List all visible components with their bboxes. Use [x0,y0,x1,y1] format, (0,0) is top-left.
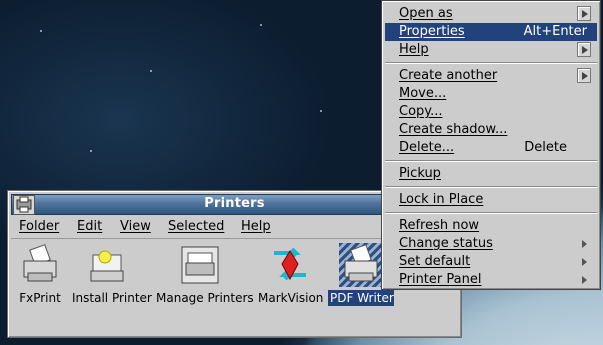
printer-icon [18,243,62,287]
submenu-arrow-icon [582,258,587,266]
icon-manage-printers[interactable]: Manage Printers [154,243,254,306]
menu-item-label: Copy... [399,104,443,119]
menu-help[interactable]: Help [241,219,271,234]
menu-separator [385,212,597,214]
icon-install-printer[interactable]: Install Printer [70,243,152,306]
menu-separator [385,62,597,64]
install-printer-icon [85,243,129,287]
context-menu: Open as Properties Alt+Enter Help Create… [381,0,601,290]
menu-separator [385,160,597,162]
menu-item-printer-panel[interactable]: Printer Panel [385,271,597,289]
icon-label: PDF Writer [328,290,394,306]
manage-printers-icon [178,243,222,287]
menu-folder[interactable]: Folder [19,219,59,234]
star [40,30,42,32]
icon-label: Manage Printers [156,291,254,305]
menu-item-label: Change status [399,236,493,251]
icon-fxprint[interactable]: FxPrint [14,243,66,306]
star [320,110,322,112]
menu-item-create-shadow[interactable]: Create shadow... [385,121,597,139]
menu-item-label: Set default [399,254,471,269]
star [90,150,92,152]
star [260,24,262,26]
menu-item-copy[interactable]: Copy... [385,103,597,121]
menu-item-lock-in-place[interactable]: Lock in Place [385,191,597,209]
menu-item-label: Pickup [399,166,441,181]
submenu-arrow-icon [582,240,587,248]
icon-label: MarkVision [258,291,324,305]
menu-item-label: Move... [399,86,447,101]
pdf-writer-printer-icon [339,243,383,287]
menu-item-label: Printer Panel [399,272,482,287]
menu-item-help[interactable]: Help [385,41,597,59]
submenu-arrow-icon [582,276,587,284]
menu-separator [385,186,597,188]
menu-item-label: Help [399,42,429,57]
menu-edit[interactable]: Edit [77,219,102,234]
star [150,70,152,72]
menu-item-refresh-now[interactable]: Refresh now [385,217,597,235]
menu-item-accelerator: Delete [524,140,567,155]
menu-item-label: Delete... [399,140,455,155]
menu-item-move[interactable]: Move... [385,85,597,103]
menu-item-open-as[interactable]: Open as [385,5,597,23]
menu-item-delete[interactable]: Delete... Delete [385,139,597,157]
submenu-arrow-button[interactable] [577,68,591,83]
menu-view[interactable]: View [120,219,151,234]
menu-item-label: Create shadow... [399,122,508,137]
menu-item-create-another[interactable]: Create another [385,67,597,85]
menu-item-set-default[interactable]: Set default [385,253,597,271]
menu-item-label: Refresh now [399,218,480,233]
menu-selected[interactable]: Selected [168,219,224,234]
menu-item-label: Open as [399,6,453,21]
menu-item-change-status[interactable]: Change status [385,235,597,253]
menu-item-label: Create another [399,68,498,83]
submenu-arrow-button[interactable] [577,42,591,57]
submenu-arrow-button[interactable] [577,6,591,21]
icon-label: Install Printer [72,291,152,305]
menu-item-pickup[interactable]: Pickup [385,165,597,183]
menu-item-label: Lock in Place [399,192,484,207]
menu-item-accelerator: Alt+Enter [523,24,587,39]
menu-item-label: Properties [399,24,465,39]
menu-item-properties[interactable]: Properties Alt+Enter [385,23,597,41]
icon-label: FxPrint [19,291,61,305]
icon-markvision[interactable]: MarkVision [256,243,324,306]
markvision-icon [268,243,312,287]
